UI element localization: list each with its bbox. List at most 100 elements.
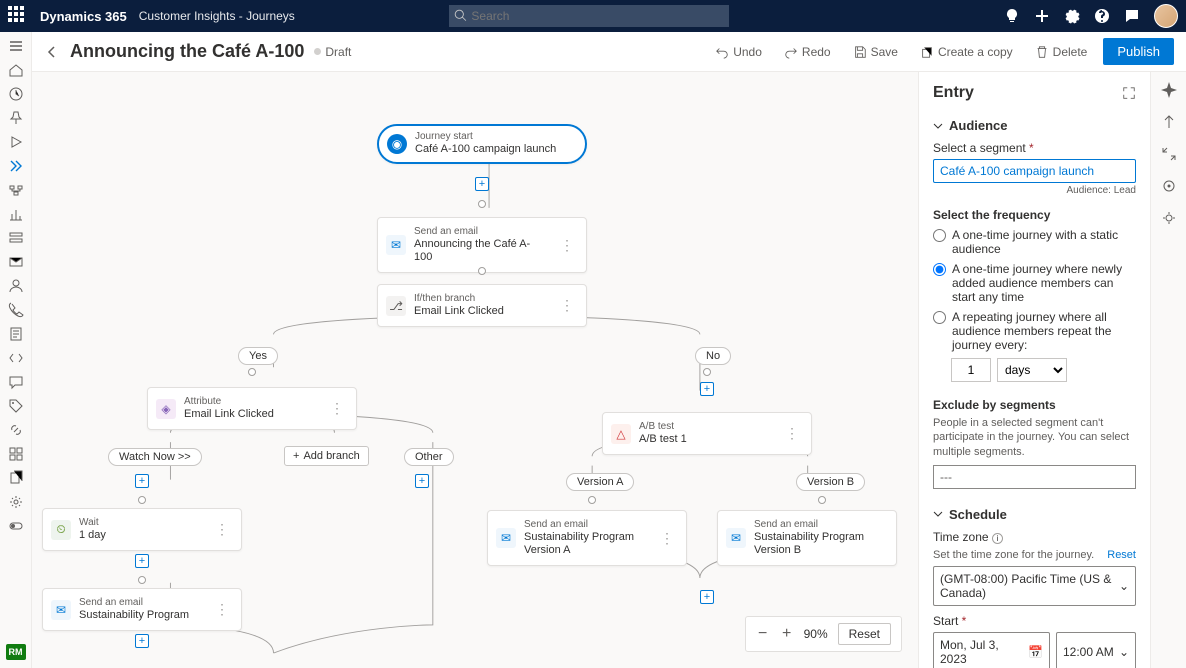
freq-option-1[interactable]: A one-time journey with a static audienc… (933, 228, 1136, 256)
plus-icon[interactable] (1034, 8, 1050, 24)
more-icon[interactable]: ⋮ (211, 601, 233, 618)
message-icon[interactable] (8, 374, 24, 390)
rail-gear-icon[interactable] (1161, 210, 1177, 226)
add-step-icon[interactable]: + (700, 382, 714, 396)
form-icon[interactable] (8, 326, 24, 342)
timezone-select[interactable]: (GMT-08:00) Pacific Time (US & Canada)⌄ (933, 566, 1136, 606)
chart-icon[interactable] (8, 206, 24, 222)
settings-icon[interactable] (8, 494, 24, 510)
other-pill[interactable]: Other (404, 448, 454, 466)
add-step-icon[interactable]: + (415, 474, 429, 488)
exclude-heading: Exclude by segments (933, 398, 1136, 412)
email-node-2[interactable]: ✉ Send an emailSustainability Program ⋮ (42, 588, 242, 631)
clock-icon[interactable] (8, 86, 24, 102)
email-node-vb[interactable]: ✉ Send an emailSustainability Program Ve… (717, 510, 897, 566)
email-node-1[interactable]: ✉ Send an emailAnnouncing the Café A-100… (377, 217, 587, 273)
add-branch-button[interactable]: +Add branch (284, 446, 369, 466)
collapse-icon[interactable] (1161, 114, 1177, 130)
repeat-number-input[interactable] (951, 358, 991, 382)
exclude-input[interactable]: --- (933, 465, 1136, 489)
more-icon[interactable]: ⋮ (656, 530, 678, 547)
watch-now-pill[interactable]: Watch Now >> (108, 448, 202, 466)
segment-input[interactable] (933, 159, 1136, 183)
home-icon[interactable] (8, 62, 24, 78)
connector-dot (138, 576, 146, 584)
start-time-input[interactable]: 12:00 AM⌄ (1056, 632, 1136, 668)
journey-icon[interactable] (8, 158, 24, 174)
save-button[interactable]: Save (847, 41, 904, 63)
undo-button[interactable]: Undo (709, 41, 768, 63)
play-icon[interactable] (8, 134, 24, 150)
delete-button[interactable]: Delete (1029, 41, 1094, 63)
search-input[interactable] (449, 5, 729, 27)
branch-node[interactable]: ⎇ If/then branchEmail Link Clicked ⋮ (377, 284, 587, 327)
grid-icon[interactable] (8, 446, 24, 462)
help-icon[interactable] (1094, 8, 1110, 24)
link-icon[interactable] (8, 422, 24, 438)
gear-icon[interactable] (1064, 8, 1080, 24)
email-node-va[interactable]: ✉ Send an emailSustainability Program Ve… (487, 510, 687, 566)
copilot-icon[interactable] (1161, 82, 1177, 98)
app-launcher-icon[interactable] (8, 6, 28, 26)
add-step-icon[interactable]: + (135, 554, 149, 568)
chat-icon[interactable] (1124, 8, 1140, 24)
create-copy-button[interactable]: Create a copy (914, 41, 1019, 63)
add-step-icon[interactable]: + (135, 474, 149, 488)
back-icon[interactable] (44, 44, 60, 60)
more-icon[interactable]: ⋮ (326, 400, 348, 417)
expand-icon[interactable] (1161, 146, 1177, 162)
wait-node[interactable]: ⏲ Wait1 day ⋮ (42, 508, 242, 551)
schedule-section[interactable]: Schedule (933, 507, 1136, 522)
redo-button[interactable]: Redo (778, 41, 837, 63)
more-icon[interactable]: ⋮ (556, 297, 578, 314)
journey-canvas[interactable]: ◉ Journey startCafé A-100 campaign launc… (32, 72, 918, 668)
freq-option-2[interactable]: A one-time journey where newly added aud… (933, 262, 1136, 304)
no-pill[interactable]: No (695, 347, 731, 365)
zoom-percent: 90% (804, 627, 828, 641)
hamburger-icon[interactable] (8, 38, 24, 54)
yes-pill[interactable]: Yes (238, 347, 278, 365)
connector-dot (138, 496, 146, 504)
attribute-node[interactable]: ◈ AttributeEmail Link Clicked ⋮ (147, 387, 357, 430)
more-icon[interactable]: ⋮ (781, 425, 803, 442)
tag-icon[interactable] (8, 398, 24, 414)
copy-icon[interactable] (8, 470, 24, 486)
mail-icon[interactable] (8, 254, 24, 270)
lightbulb-icon[interactable] (1004, 8, 1020, 24)
ab-icon: △ (611, 424, 631, 444)
journey-start-node[interactable]: ◉ Journey startCafé A-100 campaign launc… (377, 124, 587, 164)
rm-badge[interactable]: RM (6, 644, 26, 660)
pin-icon[interactable] (8, 110, 24, 126)
version-b-pill[interactable]: Version B (796, 473, 865, 491)
more-icon[interactable]: ⋮ (556, 237, 578, 254)
timezone-reset[interactable]: Reset (1107, 549, 1136, 561)
audience-section[interactable]: Audience (933, 118, 1136, 133)
start-date-input[interactable]: Mon, Jul 3, 2023📅 (933, 632, 1050, 668)
avatar[interactable] (1154, 4, 1178, 28)
fullscreen-icon[interactable] (1122, 86, 1136, 100)
flow-icon[interactable] (8, 182, 24, 198)
more-icon[interactable]: ⋮ (211, 521, 233, 538)
phone-icon[interactable] (8, 302, 24, 318)
info-icon[interactable]: i (992, 533, 1003, 544)
add-step-icon[interactable]: + (475, 177, 489, 191)
version-a-pill[interactable]: Version A (566, 473, 634, 491)
zoom-control: − + 90% Reset (745, 616, 902, 652)
repeat-unit-select[interactable]: days (997, 358, 1067, 382)
freq-option-3[interactable]: A repeating journey where all audience m… (933, 310, 1136, 352)
zoom-in-icon[interactable]: + (780, 625, 794, 643)
add-step-icon[interactable]: + (700, 590, 714, 604)
code-icon[interactable] (8, 350, 24, 366)
segment-icon[interactable] (8, 230, 24, 246)
search-box[interactable] (449, 5, 729, 27)
ab-test-node[interactable]: △ A/B testA/B test 1 ⋮ (602, 412, 812, 455)
publish-button[interactable]: Publish (1103, 38, 1174, 65)
contact-icon[interactable] (8, 278, 24, 294)
breadcrumb[interactable]: Customer Insights - Journeys (139, 9, 295, 23)
toggle-icon[interactable] (8, 518, 24, 534)
zoom-out-icon[interactable]: − (756, 625, 770, 643)
target-icon[interactable] (1161, 178, 1177, 194)
zoom-reset-button[interactable]: Reset (838, 623, 891, 645)
connector-dot (248, 368, 256, 376)
add-step-icon[interactable]: + (135, 634, 149, 648)
